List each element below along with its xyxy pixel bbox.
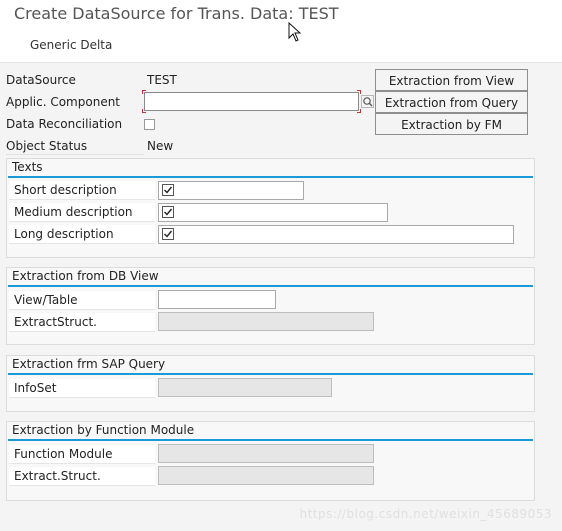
- extract-struct-label: Extract.Struct.: [9, 467, 155, 486]
- extraction-by-fm-button[interactable]: Extraction by FM: [375, 113, 528, 135]
- applic-component-label: Applic. Component: [6, 95, 121, 109]
- infoset-input: [158, 378, 332, 397]
- group-title-underline: [8, 373, 533, 375]
- sap-query-group-title: Extraction frm SAP Query: [12, 357, 166, 371]
- datasource-label: DataSource: [6, 73, 76, 87]
- object-status-value: New: [147, 139, 174, 153]
- function-module-input: [158, 444, 374, 463]
- view-table-input[interactable]: [158, 290, 276, 309]
- extraction-from-view-button[interactable]: Extraction from View: [375, 69, 528, 91]
- infoset-label: InfoSet: [9, 379, 155, 398]
- checkmark-icon: [162, 228, 174, 240]
- datasource-value: TEST: [147, 73, 177, 87]
- extract-struct-input: [158, 466, 374, 485]
- window-title: Create DataSource for Trans. Data: TEST: [14, 4, 339, 23]
- required-marker: [142, 90, 146, 94]
- function-module-group-title: Extraction by Function Module: [12, 423, 195, 437]
- required-marker: [357, 90, 361, 94]
- group-title-underline: [8, 439, 533, 441]
- watermark: https://blog.csdn.net/weixin_45689053: [299, 507, 552, 521]
- applic-component-input[interactable]: [144, 92, 359, 111]
- long-description-label: Long description: [9, 225, 155, 244]
- generic-delta-button[interactable]: Generic Delta: [30, 38, 112, 52]
- required-marker: [142, 109, 146, 113]
- divider: [6, 154, 144, 155]
- db-view-group-title: Extraction from DB View: [12, 269, 159, 283]
- texts-group-title: Texts: [12, 160, 43, 174]
- group-title-underline: [8, 176, 533, 178]
- checkmark-icon: [162, 206, 174, 218]
- checkmark-icon: [162, 184, 174, 196]
- extraction-from-query-button[interactable]: Extraction from Query: [375, 91, 528, 113]
- search-icon[interactable]: [361, 95, 374, 108]
- group-title-underline: [8, 285, 533, 287]
- view-table-label: View/Table: [9, 291, 155, 310]
- short-description-input[interactable]: [158, 181, 304, 200]
- data-reconciliation-checkbox[interactable]: [144, 119, 155, 130]
- required-marker: [357, 109, 361, 113]
- long-description-input[interactable]: [158, 225, 514, 244]
- medium-description-input[interactable]: [158, 203, 388, 222]
- mouse-cursor-icon: [288, 22, 302, 42]
- data-reconciliation-label: Data Reconciliation: [6, 117, 123, 131]
- medium-description-label: Medium description: [9, 203, 155, 222]
- extractstruct-label: ExtractStruct.: [9, 313, 155, 332]
- short-description-label: Short description: [9, 181, 155, 200]
- object-status-label: Object Status: [6, 139, 88, 153]
- extractstruct-input: [158, 312, 374, 331]
- function-module-label: Function Module: [9, 445, 155, 464]
